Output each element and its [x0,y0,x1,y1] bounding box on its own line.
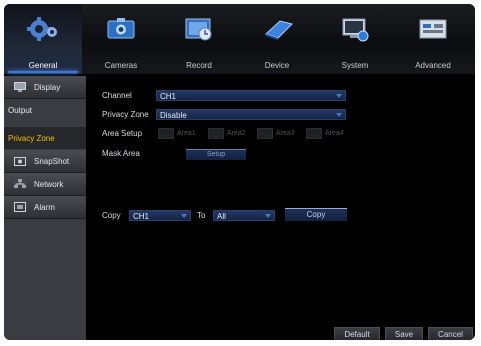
tab-advanced-label: Advanced [415,61,451,70]
mask-area-label: Mask Area [102,149,140,158]
disk-icon [260,14,294,44]
tab-cameras-label: Cameras [104,61,138,70]
network-icon [14,179,26,189]
to-label: To [197,211,206,220]
camera-icon [104,14,138,44]
tab-record[interactable]: Record [160,4,238,74]
advanced-icon [416,14,450,44]
sidebar-item-network[interactable]: Network [4,173,86,196]
copy-from-value: CH1 [133,212,150,221]
sidebar-item-output[interactable]: Output [4,99,86,121]
sidebar-item-label: Privacy Zone [8,133,55,143]
copy-label: Copy [102,211,121,220]
area2-label: Area2 [227,130,246,137]
sidebar-item-snapshot[interactable]: SnapShot [4,150,86,173]
tab-system-label: System [341,61,369,70]
sidebar-item-label: Alarm [34,202,55,212]
copy-to-value: All [217,212,226,221]
area-setup-label: Area Setup [102,129,143,138]
tab-cameras[interactable]: Cameras [82,4,160,74]
tab-general[interactable]: General [4,4,82,74]
checkbox-box [158,128,174,139]
tab-general-label: General [28,61,58,70]
copy-to-select[interactable]: All [213,210,275,221]
sidebar-item-alarm[interactable]: Alarm [4,196,86,219]
chevron-down-icon [181,214,187,218]
checkbox-box [257,128,273,139]
area1-label: Area1 [177,130,196,137]
sidebar-item-display[interactable]: Display [4,76,86,99]
sidebar-item-label: Output [8,105,33,115]
sidebar-item-label: SnapShot [34,156,70,166]
sidebar-item-privacy-zone[interactable]: Privacy Zone [4,127,86,149]
channel-select[interactable]: CH1 [156,90,346,101]
default-button[interactable]: Default [334,327,380,340]
tab-advanced[interactable]: Advanced [394,4,472,74]
snapshot-icon [14,156,26,166]
area2-checkbox[interactable]: Area2 [208,128,246,139]
privacy-zone-select[interactable]: Disable [156,109,346,120]
area3-label: Area3 [276,130,295,137]
alarm-icon [14,202,26,212]
sidebar: Display Output Privacy Zone SnapShot Net… [4,76,86,340]
cancel-button[interactable]: Cancel [428,327,473,340]
copy-from-select[interactable]: CH1 [129,210,191,221]
setup-button[interactable]: Setup [186,149,246,160]
checkbox-box [306,128,322,139]
record-icon [182,14,216,44]
monitor-icon [14,82,26,92]
sidebar-item-label: Display [34,82,61,92]
gears-icon [26,14,60,44]
save-button[interactable]: Save [385,327,423,340]
sidebar-item-label: Network [34,179,64,189]
main-menu-bar: General Cameras Record Device System Adv… [4,4,475,74]
dvr-settings-window: General Cameras Record Device System Adv… [4,4,475,340]
privacy-zone-label: Privacy Zone [102,110,149,119]
copy-button[interactable]: Copy [285,208,347,221]
chevron-down-icon [336,113,342,117]
area3-checkbox[interactable]: Area3 [257,128,295,139]
channel-label: Channel [102,91,132,100]
area4-checkbox[interactable]: Area4 [306,128,344,139]
tab-device[interactable]: Device [238,4,316,74]
area1-checkbox[interactable]: Area1 [158,128,196,139]
privacy-zone-value: Disable [160,111,187,120]
chevron-down-icon [265,214,271,218]
channel-value: CH1 [160,92,177,101]
tab-device-label: Device [264,61,290,70]
tab-record-label: Record [186,61,212,70]
checkbox-box [208,128,224,139]
area4-label: Area4 [325,130,344,137]
monitor-icon [338,14,372,44]
tab-system[interactable]: System [316,4,394,74]
chevron-down-icon [336,94,342,98]
